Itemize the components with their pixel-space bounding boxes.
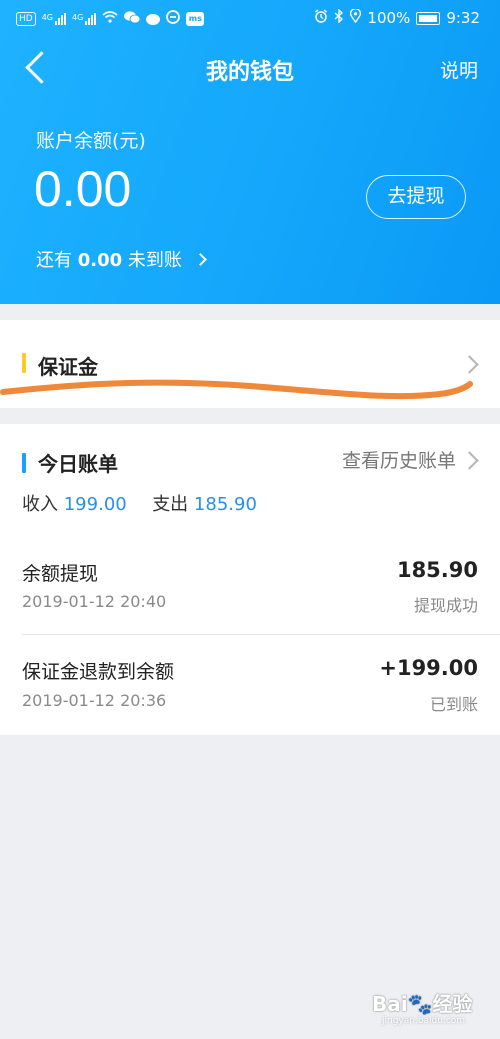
bills-title: 今日账单 bbox=[38, 452, 118, 476]
transaction-status: 已到账 bbox=[429, 695, 478, 714]
pending-amount: 0.00 bbox=[77, 250, 123, 271]
income-value: 199.00 bbox=[63, 494, 127, 515]
ms-app-icon: ms bbox=[186, 12, 205, 26]
balance-value: 0.00 bbox=[34, 161, 132, 217]
transaction-amount: 185.90 bbox=[396, 558, 478, 582]
signal-icon: 4G bbox=[72, 13, 97, 25]
bluetooth-icon bbox=[334, 8, 344, 27]
transaction-amount: +199.00 bbox=[379, 656, 478, 680]
explain-link[interactable]: 说明 bbox=[440, 56, 478, 83]
wifi-icon bbox=[102, 11, 118, 27]
wechat-icon bbox=[124, 10, 141, 28]
pending-prefix: 还有 bbox=[36, 250, 72, 271]
battery-icon bbox=[416, 11, 441, 25]
app-icon bbox=[166, 10, 181, 28]
signal-icon: 4G bbox=[42, 13, 66, 25]
withdraw-button[interactable]: 去提现 bbox=[366, 175, 466, 219]
transaction-status: 提现成功 bbox=[413, 596, 478, 615]
transaction-time: 2019-01-12 20:40 bbox=[22, 592, 167, 611]
handdrawn-underline bbox=[0, 379, 473, 400]
status-bar: HD 4G 4G ms 100% 9:32 bbox=[0, 0, 500, 40]
chevron-right-icon bbox=[193, 253, 207, 266]
watermark-url: jingyan.baidu.com bbox=[382, 1016, 466, 1026]
income-label: 收入 bbox=[22, 494, 58, 515]
wallet-header: HD 4G 4G ms 100% 9:32 我的钱包 说明 账户余额(元) 0.… bbox=[0, 0, 500, 304]
balance-label: 账户余额(元) bbox=[36, 130, 146, 152]
expense-label: 支出 bbox=[152, 494, 189, 515]
transaction-time: 2019-01-12 20:36 bbox=[22, 691, 167, 710]
baidu-jingyan-watermark: Bai🐾经验 bbox=[372, 992, 473, 1016]
message-icon bbox=[146, 13, 161, 25]
bill-summary: 收入 199.00 支出 185.90 bbox=[22, 490, 257, 516]
expense-value: 185.90 bbox=[193, 494, 257, 515]
hd-badge: HD bbox=[16, 12, 36, 26]
nav-bar: 我的钱包 说明 bbox=[0, 44, 500, 94]
transaction-title: 保证金退款到余额 bbox=[22, 661, 175, 683]
alarm-icon bbox=[314, 9, 328, 27]
clock-time: 9:32 bbox=[446, 9, 480, 27]
today-bills-card: 今日账单 查看历史账单 收入 199.00 支出 185.90 余额提现 201… bbox=[0, 424, 500, 735]
page-title: 我的钱包 bbox=[205, 60, 294, 85]
history-bills-link[interactable]: 查看历史账单 bbox=[342, 446, 456, 473]
row-divider bbox=[22, 634, 500, 635]
section-accent-bar bbox=[22, 453, 26, 473]
pending-suffix: 未到账 bbox=[127, 250, 182, 271]
transaction-title: 余额提现 bbox=[22, 563, 99, 585]
pending-amount-link[interactable]: 还有 0.00 未到账 bbox=[36, 246, 207, 272]
battery-percent: 100% bbox=[367, 9, 411, 27]
chevron-right-icon bbox=[460, 451, 479, 470]
location-icon bbox=[350, 8, 362, 27]
